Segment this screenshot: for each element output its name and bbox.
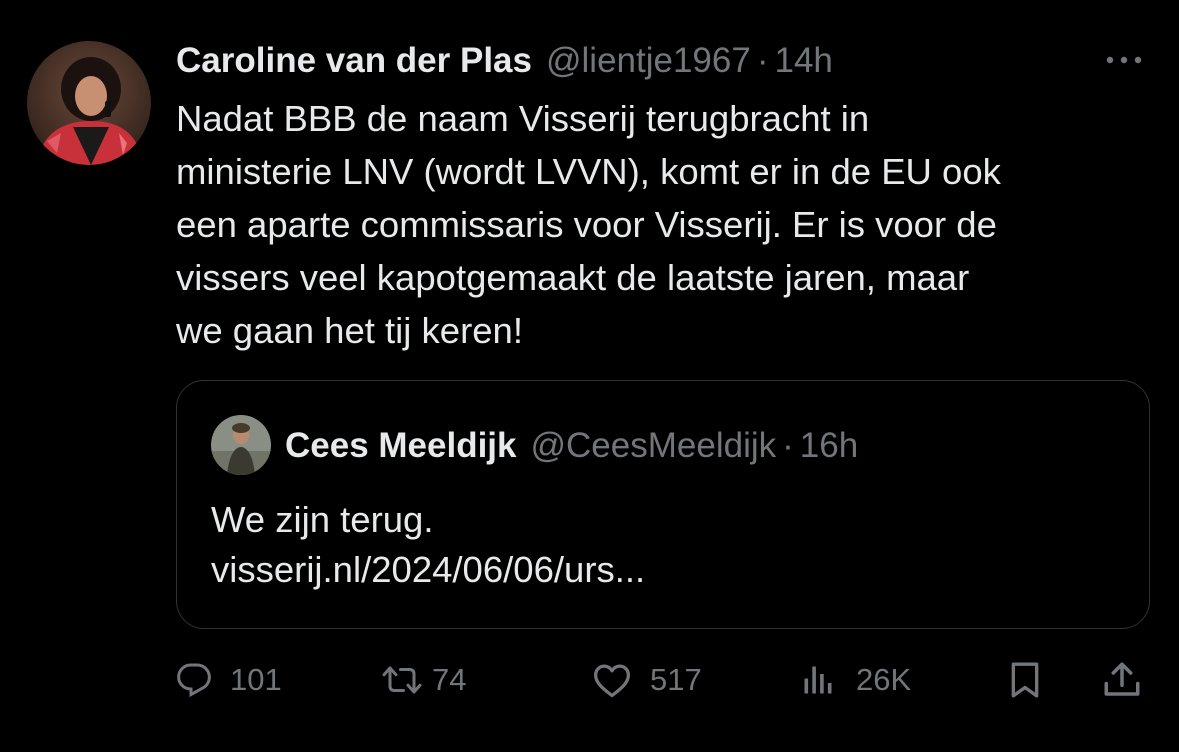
view-count: 26K <box>856 662 912 697</box>
tweet-text-line: we gaan het tij keren! <box>176 310 523 351</box>
reply-button[interactable]: 101 <box>176 650 282 710</box>
repost-button[interactable]: 74 <box>382 650 466 710</box>
tweet-text-line: Nadat BBB de naam Visserij terugbracht i… <box>176 98 870 139</box>
meta-separator: · <box>782 426 794 465</box>
repost-icon <box>382 666 422 694</box>
bookmark-icon <box>1011 662 1039 698</box>
quoted-tweet-header: Cees Meeldijk @CeesMeeldijk · 16h <box>285 424 858 468</box>
tweet: Caroline van der Plas @lientje1967 · 14h… <box>0 0 1179 752</box>
author-name[interactable]: Caroline van der Plas <box>176 41 532 81</box>
share-icon <box>1104 662 1140 696</box>
quoted-author-name[interactable]: Cees Meeldijk <box>285 426 517 466</box>
tweet-text-line: ministerie LNV (wordt LVVN), komt er in … <box>176 151 1001 192</box>
quoted-text-line: We zijn terug. <box>211 499 434 540</box>
author-handle[interactable]: @lientje1967 <box>546 41 751 81</box>
tweet-header: Caroline van der Plas @lientje1967 · 14h <box>176 38 833 84</box>
like-button[interactable]: 517 <box>592 650 702 710</box>
author-avatar[interactable] <box>27 41 151 165</box>
like-count: 517 <box>650 662 702 697</box>
tweet-text-line: een aparte commissaris voor Visserij. Er… <box>176 204 997 245</box>
reply-count: 101 <box>230 662 282 697</box>
quoted-tweet-card[interactable]: Cees Meeldijk @CeesMeeldijk · 16h We zij… <box>176 380 1150 629</box>
more-options-button[interactable] <box>1102 48 1146 72</box>
repost-count: 74 <box>432 662 467 697</box>
views-icon <box>804 666 832 694</box>
share-button[interactable] <box>1101 650 1143 710</box>
meta-separator: · <box>756 41 769 80</box>
quoted-author-avatar[interactable] <box>211 415 271 475</box>
tweet-text-line: vissers veel kapotgemaakt de laatste jar… <box>176 257 970 298</box>
heart-icon <box>594 664 630 698</box>
action-bar: 101 74 517 26K <box>176 650 1146 710</box>
quoted-author-handle[interactable]: @CeesMeeldijk <box>531 426 777 466</box>
quoted-tweet-text: We zijn terug. visserij.nl/2024/06/06/ur… <box>211 495 645 595</box>
quoted-link[interactable]: visserij.nl/2024/06/06/urs... <box>211 545 645 595</box>
tweet-text: Nadat BBB de naam Visserij terugbracht i… <box>176 92 1161 357</box>
reply-icon <box>177 663 211 698</box>
views-button[interactable]: 26K <box>798 650 911 710</box>
quoted-post-time[interactable]: 16h <box>800 426 858 466</box>
ellipsis-icon <box>1106 56 1142 64</box>
post-time[interactable]: 14h <box>774 41 832 81</box>
bookmark-button[interactable] <box>1005 650 1045 710</box>
